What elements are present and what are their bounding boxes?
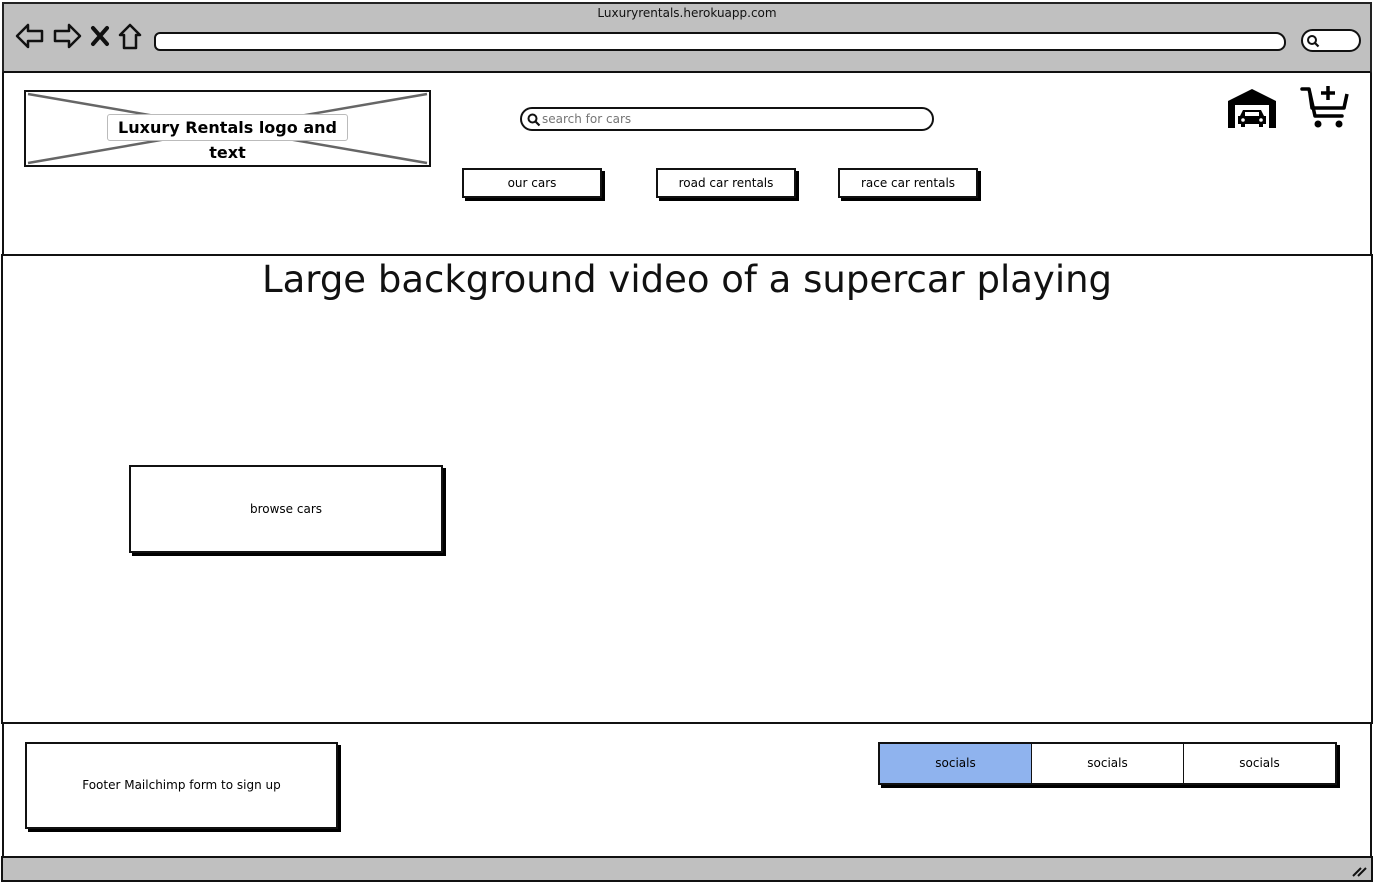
nav-race-car-rentals-button[interactable]: race car rentals — [838, 168, 978, 198]
hero-title: Large background video of a supercar pla… — [261, 258, 1113, 301]
browser-search-field[interactable] — [1301, 29, 1361, 52]
address-bar[interactable] — [154, 32, 1286, 51]
close-x-icon[interactable] — [90, 25, 110, 47]
socials-group: socials socials socials — [878, 742, 1337, 785]
forward-arrow-icon[interactable] — [51, 22, 83, 50]
search-icon — [1307, 35, 1320, 48]
search-icon — [527, 113, 541, 127]
cart-add-icon[interactable] — [1300, 84, 1352, 132]
nav-road-car-rentals-button[interactable]: road car rentals — [656, 168, 796, 198]
social-link[interactable]: socials — [1032, 744, 1184, 783]
browse-cars-button[interactable]: browse cars — [129, 465, 443, 553]
social-link[interactable]: socials — [880, 744, 1032, 783]
search-input[interactable] — [542, 110, 902, 128]
browser-status-bar — [1, 856, 1373, 882]
back-arrow-icon[interactable] — [14, 22, 46, 50]
nav-our-cars-button[interactable]: our cars — [462, 168, 602, 198]
garage-icon[interactable] — [1226, 87, 1278, 129]
browser-title: Luxuryrentals.herokuapp.com — [597, 6, 777, 20]
logo-label: Luxury Rentals logo and text — [107, 114, 348, 162]
social-link[interactable]: socials — [1184, 744, 1335, 783]
resize-grip-icon[interactable] — [1350, 862, 1368, 878]
home-icon[interactable] — [117, 22, 143, 50]
site-search[interactable] — [520, 107, 934, 131]
mailchimp-signup-form[interactable]: Footer Mailchimp form to sign up — [25, 742, 338, 829]
